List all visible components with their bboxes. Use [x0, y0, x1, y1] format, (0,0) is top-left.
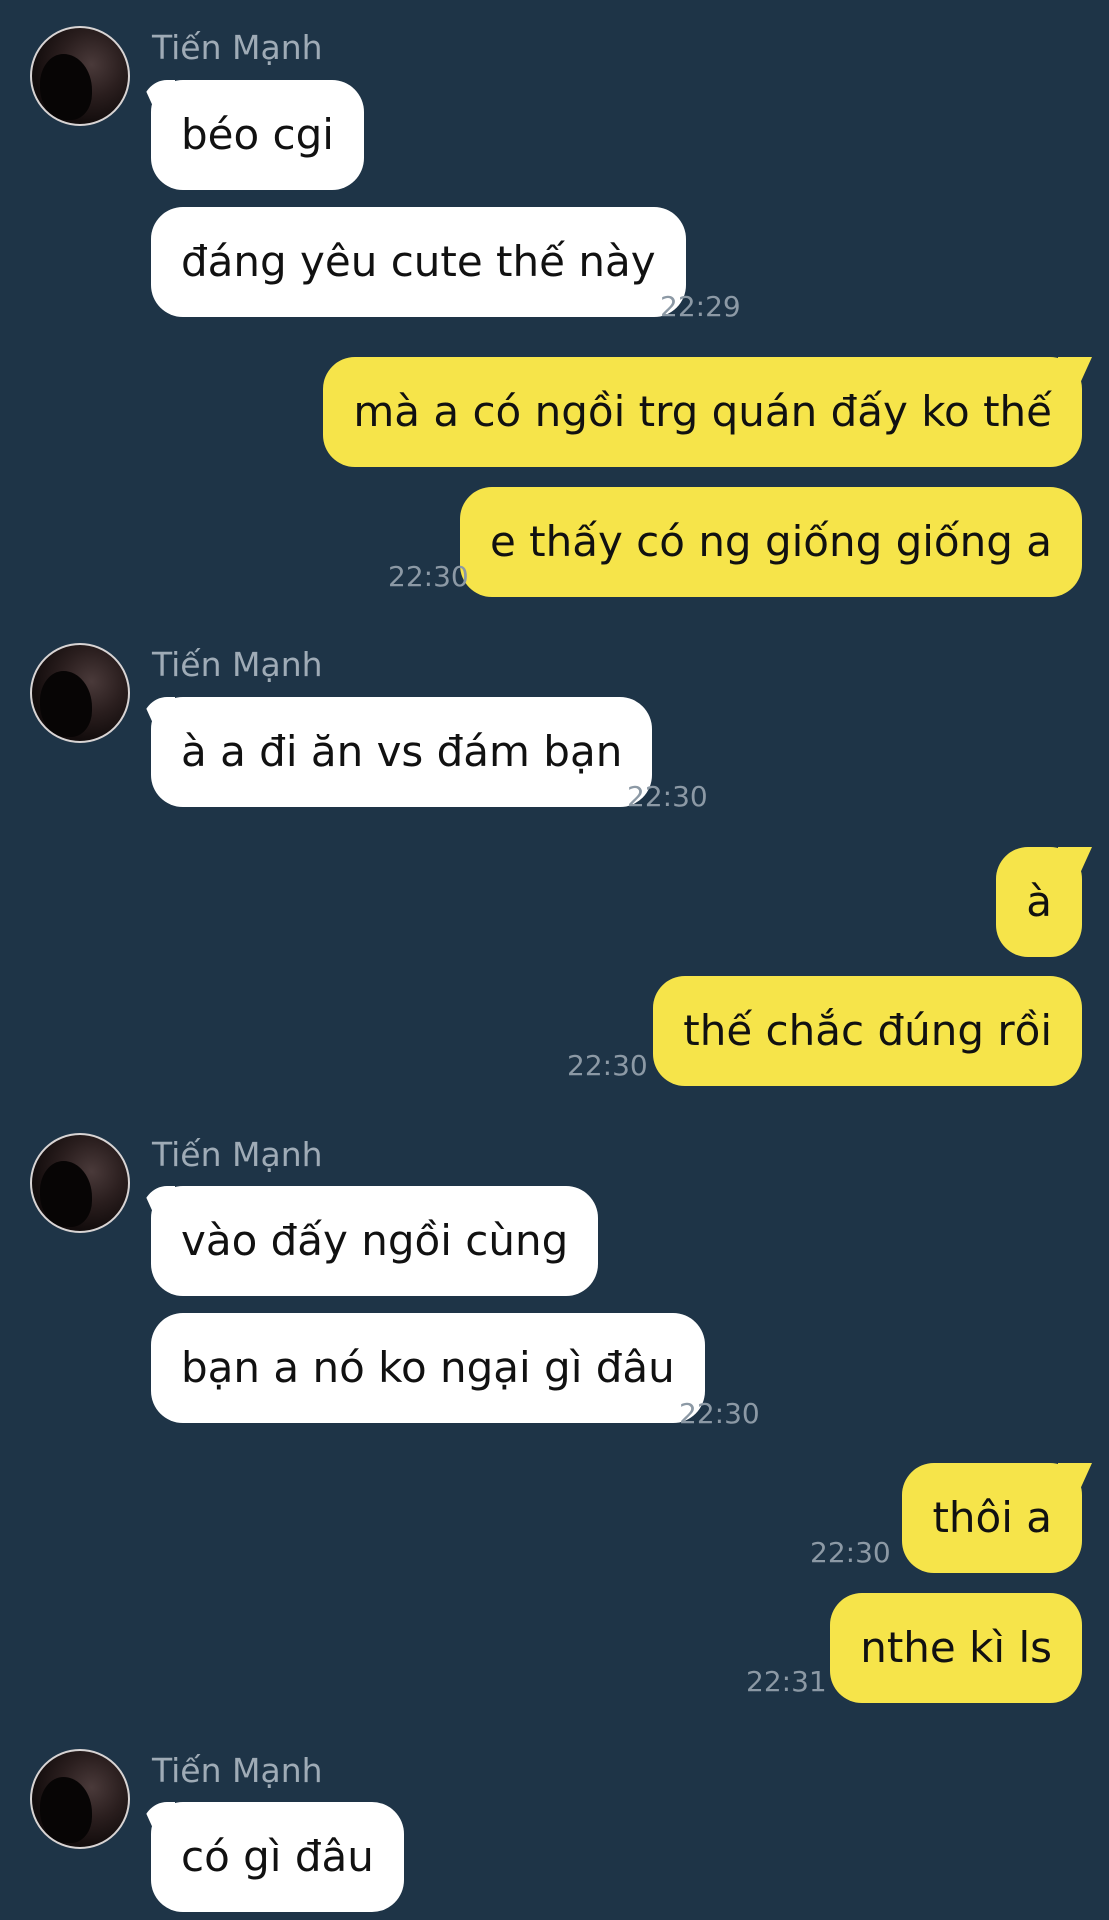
message-bubble-outgoing[interactable]: mà a có ngồi trg quán đấy ko thế — [323, 357, 1082, 467]
message-bubble-incoming[interactable]: à a đi ăn vs đám bạn — [151, 697, 653, 807]
sender-name: Tiến Mạnh — [152, 1135, 323, 1174]
chat-thread[interactable]: Tiến Mạnh béo cgi đáng yêu cute thế này … — [0, 0, 1109, 1920]
message-bubble-incoming[interactable]: đáng yêu cute thế này — [151, 207, 686, 317]
message-timestamp: 22:29 — [660, 290, 741, 323]
contact-avatar[interactable] — [30, 26, 130, 126]
message-timestamp: 22:30 — [810, 1536, 891, 1569]
message-bubble-incoming[interactable]: bạn a nó ko ngại gì đâu — [151, 1313, 705, 1423]
message-bubble-outgoing[interactable]: à — [996, 847, 1082, 957]
sender-name: Tiến Mạnh — [152, 645, 323, 684]
message-bubble-incoming[interactable]: có gì đâu — [151, 1802, 404, 1912]
message-bubble-outgoing[interactable]: e thấy có ng giống giống a — [459, 487, 1082, 597]
message-timestamp: 22:30 — [627, 780, 708, 813]
message-timestamp: 22:30 — [567, 1049, 648, 1082]
message-bubble-incoming[interactable]: vào đấy ngồi cùng — [151, 1186, 599, 1296]
message-bubble-outgoing[interactable]: thôi a — [902, 1463, 1082, 1573]
message-bubble-incoming[interactable]: béo cgi — [151, 80, 364, 190]
sender-name: Tiến Mạnh — [152, 1751, 323, 1790]
message-bubble-outgoing[interactable]: thế chắc đúng rồi — [653, 976, 1082, 1086]
contact-avatar[interactable] — [30, 1133, 130, 1233]
message-timestamp: 22:31 — [746, 1665, 827, 1698]
message-timestamp: 22:30 — [679, 1397, 760, 1430]
message-bubble-outgoing[interactable]: nthe kì ls — [830, 1593, 1082, 1703]
contact-avatar[interactable] — [30, 643, 130, 743]
sender-name: Tiến Mạnh — [152, 28, 323, 67]
message-timestamp: 22:30 — [388, 560, 469, 593]
contact-avatar[interactable] — [30, 1749, 130, 1849]
